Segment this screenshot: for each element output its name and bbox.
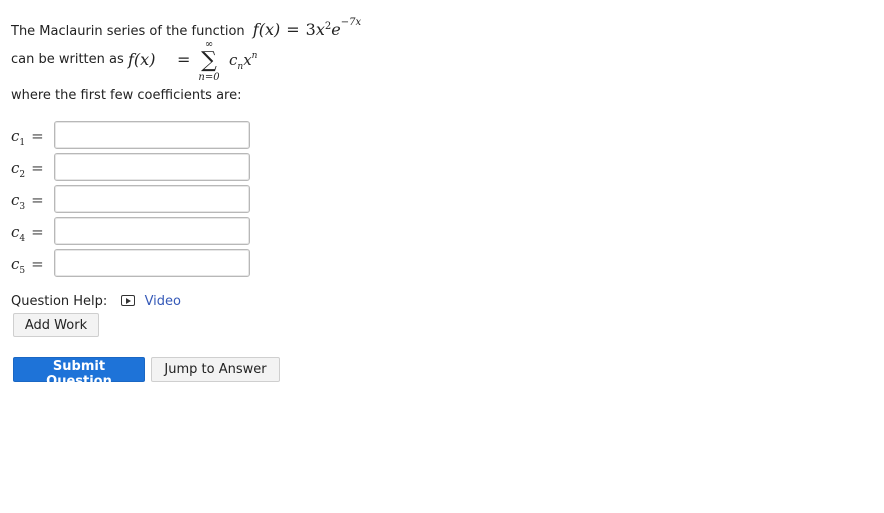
coefficient-label: c2 = bbox=[11, 159, 44, 180]
intro-text: The Maclaurin series of the function bbox=[11, 24, 245, 39]
sum-term: cnxn bbox=[229, 51, 258, 72]
sum-lhs: f(x) bbox=[128, 50, 156, 69]
coefficient-input-c2[interactable] bbox=[54, 153, 250, 181]
coefficient-input-c5[interactable] bbox=[54, 249, 250, 277]
summation: ∞ ∑ n=0 bbox=[197, 40, 221, 84]
submit-question-button[interactable]: Submit Question bbox=[13, 357, 145, 389]
sum-equals: = bbox=[177, 50, 191, 69]
coefficient-label: c3 = bbox=[11, 191, 44, 212]
question-help-label: Question Help: bbox=[11, 294, 108, 309]
equals-sign: = bbox=[286, 20, 300, 39]
series-intro-text: can be written as bbox=[11, 52, 124, 67]
coefficient-label: c5 = bbox=[11, 255, 44, 276]
coefficient-input-c4[interactable] bbox=[54, 217, 250, 245]
function-lhs: f(x) bbox=[252, 20, 281, 39]
coefficient-label: c1 = bbox=[11, 127, 44, 148]
coefficient-input-c1[interactable] bbox=[54, 121, 250, 149]
add-work-button[interactable]: Add Work bbox=[13, 313, 99, 337]
coefficient-input-c3[interactable] bbox=[54, 185, 250, 213]
question-help: Question Help: Video bbox=[11, 294, 181, 310]
video-link[interactable]: Video bbox=[145, 294, 181, 309]
coefficient-label: c4 = bbox=[11, 223, 44, 244]
video-play-icon[interactable] bbox=[121, 295, 136, 306]
coefficients-intro: where the first few coefficients are: bbox=[11, 88, 242, 103]
sigma-symbol: ∑ bbox=[201, 48, 217, 73]
jump-to-answer-button[interactable]: Jump to Answer bbox=[151, 357, 280, 382]
function-rhs: 3x2e−7x bbox=[305, 17, 362, 39]
sum-lower-limit: n=0 bbox=[198, 72, 220, 83]
question-intro-line: The Maclaurin series of the function f(x… bbox=[11, 17, 361, 39]
